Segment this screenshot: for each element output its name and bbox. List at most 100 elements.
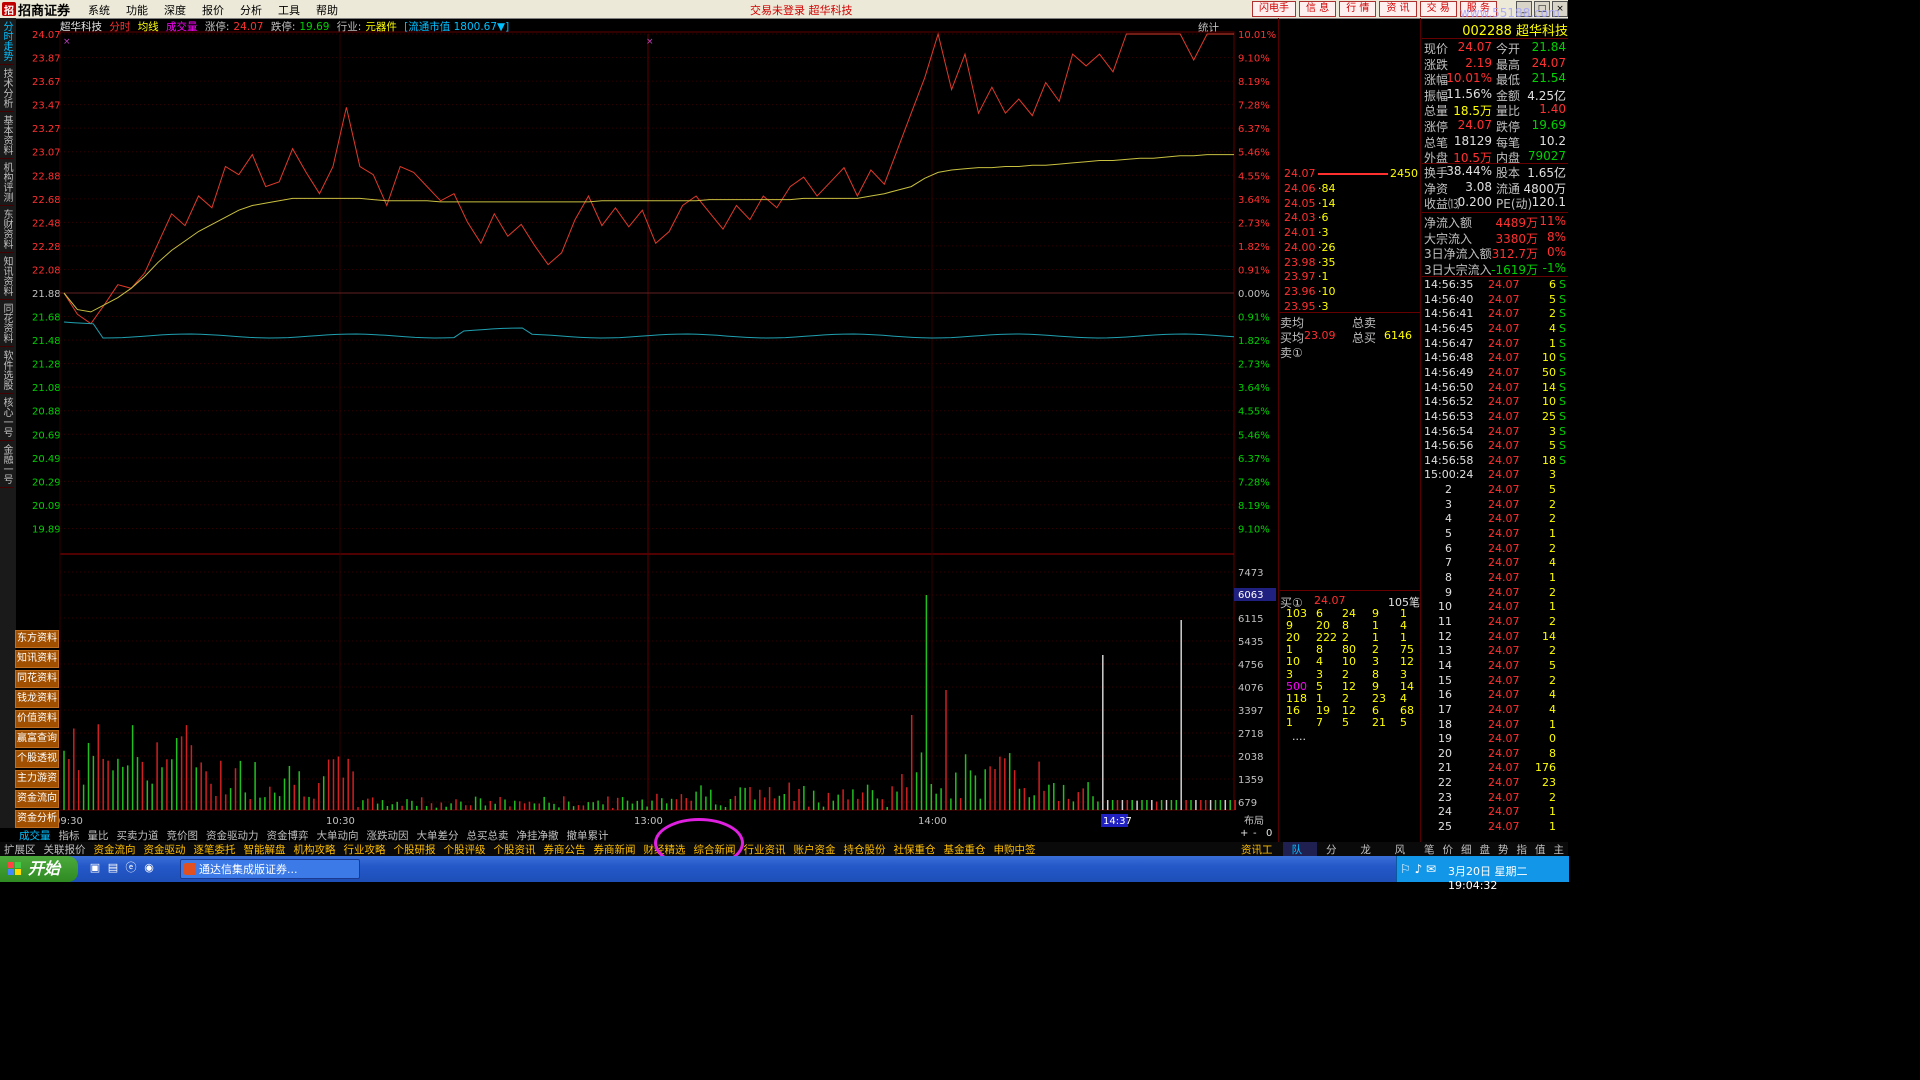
menu-item-2[interactable]: 深度 xyxy=(156,2,194,18)
indicator-tab-2[interactable]: 量比 xyxy=(84,828,113,842)
info-tab-11[interactable]: 券商公告 xyxy=(540,842,590,856)
queue-cell: 6 xyxy=(1372,703,1379,717)
indicator-tab-8[interactable]: 涨跌动因 xyxy=(363,828,413,842)
quote-label: 跌停 xyxy=(1496,120,1521,134)
indicator-tab-3[interactable]: 买卖力道 xyxy=(113,828,163,842)
tick-time: 14:56:52 xyxy=(1424,395,1474,409)
info-tab-5[interactable]: 智能解盘 xyxy=(240,842,290,856)
info-tab-16[interactable]: 账户资金 xyxy=(790,842,840,856)
indicator-tab-0[interactable]: 成交量 xyxy=(15,828,55,842)
info-tab-3[interactable]: 资金驱动 xyxy=(140,842,190,856)
indicator-tab-9[interactable]: 大单差分 xyxy=(413,828,463,842)
mini-button-2[interactable]: 0 xyxy=(1266,828,1272,839)
queue-cell: 75 xyxy=(1400,643,1414,657)
info-tab-18[interactable]: 社保重仓 xyxy=(890,842,940,856)
menu-item-0[interactable]: 系统 xyxy=(80,2,118,18)
right-tab-3[interactable]: 龙虎 xyxy=(1351,842,1385,871)
side-button-7[interactable]: 主力游资 xyxy=(15,770,59,788)
right-tab-9[interactable]: 势 xyxy=(1494,842,1513,856)
tray-icons[interactable]: ⚐ ♪ ✉ xyxy=(1400,862,1436,876)
right-tab-12[interactable]: 主 xyxy=(1549,842,1568,856)
quote-label: 涨幅 xyxy=(1424,73,1449,88)
info-tab-0[interactable]: 扩展区 xyxy=(0,842,40,856)
right-tab-2[interactable]: 分布 xyxy=(1317,842,1351,871)
tick-price: 24.07 xyxy=(1488,278,1520,291)
info-tab-12[interactable]: 券商新闻 xyxy=(590,842,640,856)
side-button-5[interactable]: 赢富查询 xyxy=(15,730,59,748)
menu-item-4[interactable]: 分析 xyxy=(232,2,270,18)
tick-time: 14:56:56 xyxy=(1424,439,1474,453)
indicator-tab-7[interactable]: 大单动向 xyxy=(313,828,363,842)
right-tab-6[interactable]: 价 xyxy=(1438,842,1457,856)
right-tab-10[interactable]: 指 xyxy=(1512,842,1531,856)
side-button-8[interactable]: 资金流向 xyxy=(15,790,59,808)
time-tick: 10:30 xyxy=(326,816,355,827)
indicator-tab-4[interactable]: 竞价图 xyxy=(163,828,203,842)
menu-item-1[interactable]: 功能 xyxy=(118,2,156,18)
info-tab-8[interactable]: 个股研报 xyxy=(390,842,440,856)
menu-item-3[interactable]: 报价 xyxy=(194,2,232,18)
right-tab-11[interactable]: 值 xyxy=(1531,842,1550,856)
menu-item-6[interactable]: 帮助 xyxy=(308,2,346,18)
indicator-tab-10[interactable]: 总买总卖 xyxy=(463,828,513,842)
indicator-tab-1[interactable]: 指标 xyxy=(55,828,84,842)
ob-top-bar xyxy=(1318,173,1388,175)
quote-value: 19.69 xyxy=(1531,118,1566,132)
mini-button-0[interactable]: + xyxy=(1240,828,1248,839)
info-tab-9[interactable]: 个股评级 xyxy=(440,842,490,856)
price-tick: 19.89 xyxy=(32,524,61,535)
queue-more[interactable]: .... xyxy=(1292,730,1306,743)
flow-value: 4489万 xyxy=(1495,216,1538,230)
quote-label: 涨跌 xyxy=(1424,57,1449,72)
side-button-0[interactable]: 东方资料 xyxy=(15,630,59,648)
intraday-chart: 24.07 10.01% 23.87 9.10% 23.67 8.19% 23.47 7.28… xyxy=(32,30,1276,827)
right-tab-7[interactable]: 细 xyxy=(1457,842,1476,856)
right-tab-4[interactable]: 风向 xyxy=(1386,842,1420,871)
info-tab-19[interactable]: 基金重仓 xyxy=(940,842,990,856)
tick-time: 14:56:47 xyxy=(1424,336,1474,350)
side-button-4[interactable]: 价值资料 xyxy=(15,710,59,728)
info-tab-1[interactable]: 关联报价 xyxy=(40,842,90,856)
mini-button-1[interactable]: - xyxy=(1253,828,1257,839)
tick-time: 4 xyxy=(1445,512,1452,526)
tick-price: 24.07 xyxy=(1488,541,1520,555)
event-marker-icon: × xyxy=(63,37,71,47)
queue-cell: 2 xyxy=(1342,691,1349,705)
indicator-tab-6[interactable]: 资金博弈 xyxy=(263,828,313,842)
info-tab-7[interactable]: 行业攻略 xyxy=(340,842,390,856)
indicator-tab-5[interactable]: 资金驱动力 xyxy=(202,828,263,842)
right-tab-8[interactable]: 盘 xyxy=(1475,842,1494,856)
queue-cell: 1 xyxy=(1372,631,1379,645)
menu-item-5[interactable]: 工具 xyxy=(270,2,308,18)
ie-icon[interactable]: ◉ xyxy=(142,861,156,875)
info-tab-15[interactable]: 行业资讯 xyxy=(740,842,790,856)
info-tab-10[interactable]: 个股资讯 xyxy=(490,842,540,856)
browser-icon[interactable]: ⓔ xyxy=(124,861,138,875)
side-button-1[interactable]: 知讯资料 xyxy=(15,650,59,668)
tick-time: 2 xyxy=(1445,483,1452,497)
side-button-3[interactable]: 钱龙资料 xyxy=(15,690,59,708)
info-tab-17[interactable]: 持仓股份 xyxy=(840,842,890,856)
buy-total-value: 6146 xyxy=(1384,329,1412,342)
desktop-icon[interactable]: ▣ xyxy=(88,861,102,875)
info-tab-4[interactable]: 逐笔委托 xyxy=(190,842,240,856)
quote-label: 最高 xyxy=(1496,57,1521,72)
info-tab-20[interactable]: 申购中签 xyxy=(990,842,1040,856)
right-tab-1[interactable]: 队列 xyxy=(1282,842,1317,871)
tick-price: 24.07 xyxy=(1488,614,1520,628)
tick-time: 11 xyxy=(1438,614,1452,628)
folder-icon[interactable]: ▤ xyxy=(106,861,120,875)
right-tab-0[interactable]: 资讯工场 xyxy=(1232,842,1283,871)
tick-price: 24.07 xyxy=(1488,307,1520,321)
indicator-tab-12[interactable]: 撤单累计 xyxy=(563,828,613,842)
indicator-tab-11[interactable]: 净挂净撤 xyxy=(513,828,563,842)
side-button-2[interactable]: 同花资料 xyxy=(15,670,59,688)
layout-label[interactable]: 布局 xyxy=(1244,815,1264,827)
side-button-9[interactable]: 资金分析 xyxy=(15,810,59,828)
volume-tick: 1359 xyxy=(1238,775,1263,786)
info-tab-2[interactable]: 资金流向 xyxy=(90,842,140,856)
info-tab-6[interactable]: 机构攻略 xyxy=(290,842,340,856)
taskbar-item-app[interactable]: 通达信集成版证券... xyxy=(180,859,360,879)
right-tab-5[interactable]: 笔 xyxy=(1420,842,1439,856)
side-button-6[interactable]: 个股透视 xyxy=(15,750,59,768)
